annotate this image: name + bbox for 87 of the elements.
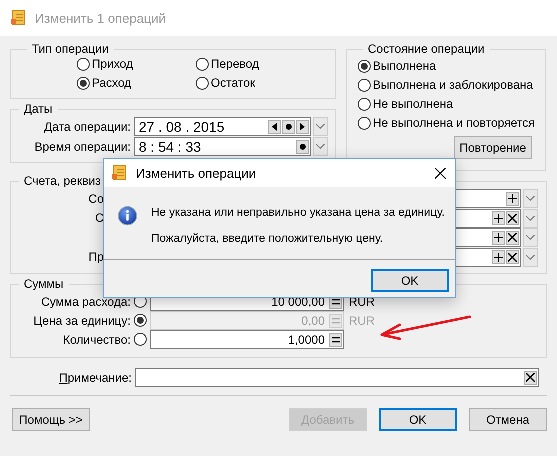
equals-icon [332, 318, 340, 324]
chevron-down-icon [526, 254, 535, 260]
field-value: 1,0000 [287, 332, 326, 346]
radio-button[interactable] [77, 58, 90, 70]
plus-icon [494, 233, 503, 242]
chevron-down-icon [526, 216, 535, 221]
field-label: Пр [88, 250, 105, 264]
message-text: Пожалуйста, введите положительную цену. [151, 233, 384, 245]
group-title: Даты [23, 102, 54, 116]
field-value: 10 000,00 [270, 294, 326, 308]
plus-icon [508, 194, 517, 204]
radio-button[interactable] [358, 60, 371, 72]
field-label: С [94, 211, 105, 226]
radio-label: Выполнена и заблокирована [373, 78, 534, 92]
message-text: Не указана или неправильно указана цена за единицу. [151, 207, 445, 219]
radio-label: Перевод [211, 57, 260, 71]
field-value: 8 : 54 : 33 [139, 138, 202, 154]
currency-label: RUR [349, 314, 375, 328]
radio-button[interactable] [358, 78, 371, 92]
close-icon [508, 214, 517, 223]
clear-button[interactable] [524, 370, 537, 384]
dialog-button[interactable]: Отмена [469, 408, 547, 431]
add-button[interactable] [492, 230, 505, 245]
group-title: Состояние операции [367, 42, 486, 56]
remove-button[interactable] [506, 250, 519, 264]
radio-label: Выполнена [373, 59, 436, 73]
field-label: Цена за единицу: [32, 314, 132, 328]
remove-button[interactable] [506, 230, 519, 245]
time-field[interactable]: 8 : 54 : 33 [134, 137, 311, 156]
equals-icon [332, 298, 340, 304]
close-icon [434, 168, 446, 178]
dialog-title: Изменить операции [136, 166, 258, 180]
dot-icon [300, 144, 306, 150]
radio-button[interactable] [134, 333, 147, 346]
field-label: Сумма расхода: [40, 294, 132, 308]
radio-label: Остаток [211, 76, 256, 90]
radio-label: Не выполнена [373, 97, 454, 111]
group-title: Счета, реквиз [23, 174, 102, 188]
window-title: Изменить 1 операций [35, 10, 166, 26]
chevron-down-icon [526, 196, 535, 202]
close-icon [508, 233, 517, 242]
radio-button[interactable] [196, 58, 209, 70]
chevron-down-icon [526, 235, 535, 240]
radio-button[interactable] [358, 98, 371, 110]
note-field[interactable] [135, 368, 539, 387]
document-icon [11, 10, 27, 26]
field-value: 27 . 08 . 2015 [139, 118, 226, 134]
right-triangle-icon [300, 122, 305, 130]
radio-label: Приход [92, 57, 134, 71]
field-label: Дата операции: [43, 120, 132, 134]
ok-button[interactable]: OK [371, 269, 449, 292]
plus-icon [494, 252, 503, 262]
chevron-down-icon [316, 144, 325, 149]
repeat-button[interactable]: Повторение [454, 136, 532, 159]
now-button[interactable] [296, 140, 309, 154]
field-label: Примечание: [58, 370, 133, 384]
next-button[interactable] [296, 120, 309, 134]
close-icon [508, 252, 517, 262]
currency-label: RUR [349, 294, 375, 308]
left-triangle-icon [272, 122, 277, 130]
add-button[interactable] [492, 250, 505, 264]
calculate-button[interactable] [329, 332, 342, 346]
remove-button[interactable] [506, 211, 519, 226]
group-title: Тип операции [31, 42, 110, 56]
radio-label: Не выполнена и повторяется [373, 116, 536, 130]
add-button[interactable] [506, 192, 519, 206]
radio-button[interactable] [358, 116, 371, 130]
add-button[interactable] [492, 211, 505, 226]
dialog-button[interactable]: Помощь >> [12, 408, 90, 431]
group-title: Суммы [23, 277, 65, 291]
close-icon [526, 373, 535, 382]
amount-field[interactable]: 1,0000 [150, 330, 344, 349]
dot-icon [286, 124, 292, 130]
equals-icon [332, 336, 340, 342]
date-field[interactable]: 27 . 08 . 2015 [134, 117, 311, 136]
field-label: Время операции: [34, 140, 132, 154]
today-button[interactable] [282, 120, 295, 134]
radio-button[interactable] [77, 76, 90, 90]
field-label: Количество: [62, 332, 132, 346]
dialog-button[interactable]: OK [379, 408, 457, 431]
document-icon [112, 165, 128, 181]
plus-icon [494, 214, 503, 223]
previous-button[interactable] [268, 120, 281, 134]
field-value: 0,00 [300, 314, 326, 328]
radio-label: Расход [92, 76, 132, 90]
radio-button[interactable] [196, 76, 209, 90]
chevron-down-icon [316, 124, 325, 129]
